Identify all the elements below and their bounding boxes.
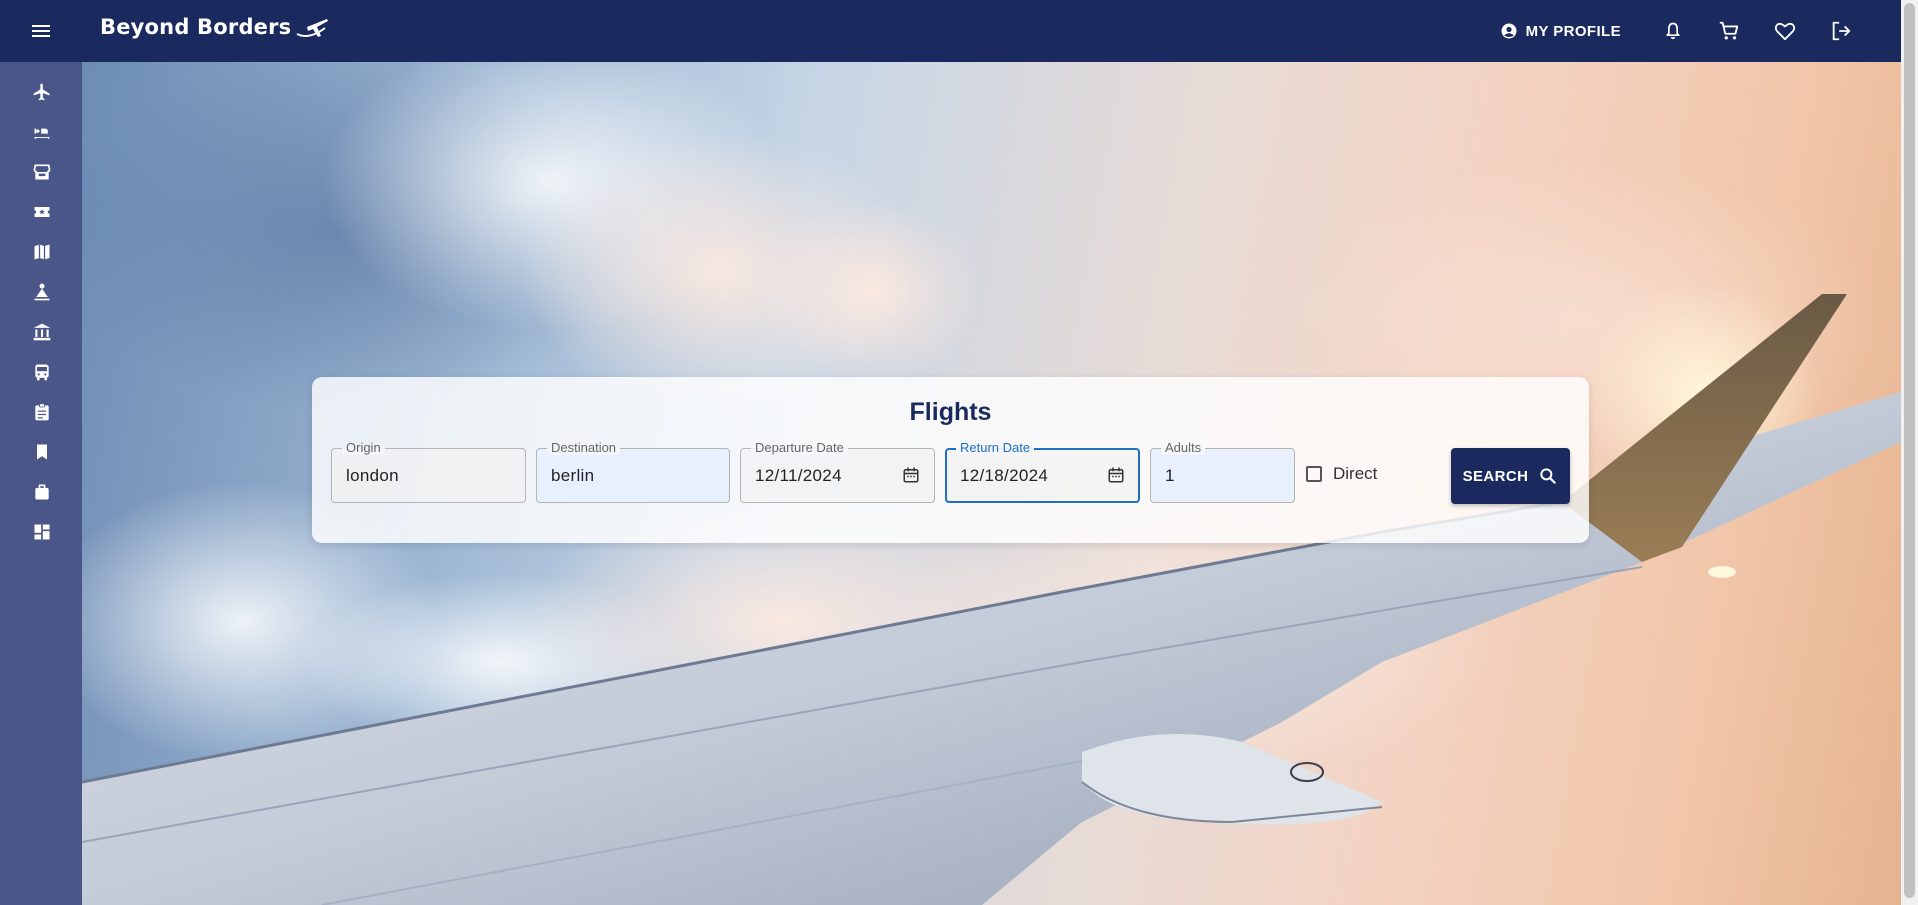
nav-museums[interactable] — [27, 317, 57, 347]
ticket-star-icon — [34, 207, 50, 217]
notifications-button[interactable] — [1645, 9, 1701, 53]
page-scrollbar[interactable] — [1901, 0, 1918, 905]
nav-bookings[interactable] — [27, 477, 57, 507]
origin-value: london — [346, 466, 399, 485]
logout-icon — [1832, 21, 1851, 41]
side-navigation — [0, 62, 82, 905]
destination-label: Destination — [547, 440, 621, 455]
origin-label: Origin — [342, 440, 385, 455]
direct-label[interactable]: Direct — [1333, 464, 1377, 484]
my-profile-label: MY PROFILE — [1525, 22, 1621, 40]
bell-icon — [1666, 22, 1680, 40]
menu-icon — [32, 25, 50, 37]
nav-bookmarks[interactable] — [27, 437, 57, 467]
departure-date-label: Departure Date — [751, 440, 848, 455]
nav-itinerary[interactable] — [27, 397, 57, 427]
nav-stores[interactable] — [27, 157, 57, 187]
destination-value: berlin — [551, 466, 595, 485]
nav-flights[interactable] — [27, 77, 57, 107]
adults-label: Adults — [1161, 440, 1206, 455]
brand-name: Beyond Borders — [100, 15, 292, 39]
top-app-bar: Beyond Borders MY PROFILE — [0, 0, 1901, 62]
nav-transport[interactable] — [27, 357, 57, 387]
nav-attractions[interactable] — [27, 277, 57, 307]
destination-field[interactable]: Destination berlin — [536, 440, 730, 503]
return-date-field[interactable]: Return Date 12/18/2024 — [945, 440, 1140, 503]
map-icon — [34, 244, 50, 260]
bookmark-icon — [37, 444, 47, 460]
favorites-button[interactable] — [1757, 9, 1813, 53]
calendar-icon[interactable] — [902, 466, 920, 484]
return-date-value: 12/18/2024 — [960, 466, 1049, 485]
direct-option: Direct — [1306, 464, 1377, 484]
luggage-icon — [35, 484, 49, 500]
search-button-label: SEARCH — [1462, 467, 1529, 485]
museum-icon — [33, 323, 51, 341]
bus-icon — [35, 364, 49, 381]
dashboard-icon — [34, 524, 50, 540]
flight-icon — [33, 83, 50, 101]
menu-button[interactable] — [28, 19, 54, 43]
adults-value: 1 — [1165, 466, 1175, 485]
my-profile-button[interactable]: MY PROFILE — [1500, 22, 1621, 40]
brand-logo[interactable]: Beyond Borders — [100, 14, 329, 40]
store-icon — [33, 164, 51, 180]
account-circle-icon — [1501, 23, 1517, 39]
departure-date-field[interactable]: Departure Date 12/11/2024 — [740, 440, 935, 503]
hotel-bed-icon — [34, 128, 50, 139]
calendar-icon[interactable] — [1107, 466, 1125, 484]
heart-icon — [1774, 22, 1796, 41]
departure-date-value: 12/11/2024 — [755, 466, 842, 485]
search-button[interactable]: SEARCH — [1451, 448, 1570, 504]
nav-dashboard[interactable] — [27, 517, 57, 547]
attractions-icon — [34, 283, 50, 301]
clipboard-icon — [35, 403, 49, 421]
flight-search-card: Flights Origin london Destination berlin… — [312, 377, 1589, 543]
cart-icon — [1719, 21, 1739, 40]
airplane-logo-icon — [296, 19, 329, 37]
logout-button[interactable] — [1813, 9, 1869, 53]
adults-field[interactable]: Adults 1 — [1150, 440, 1295, 503]
search-icon — [1540, 468, 1557, 484]
nav-hotels[interactable] — [27, 117, 57, 147]
cart-button[interactable] — [1701, 9, 1757, 53]
scrollbar-thumb[interactable] — [1904, 3, 1915, 898]
return-date-label: Return Date — [956, 440, 1035, 455]
nav-maps[interactable] — [27, 237, 57, 267]
origin-field[interactable]: Origin london — [331, 440, 526, 503]
nav-tickets[interactable] — [27, 197, 57, 227]
direct-checkbox[interactable] — [1306, 466, 1322, 482]
card-title: Flights — [909, 398, 992, 426]
